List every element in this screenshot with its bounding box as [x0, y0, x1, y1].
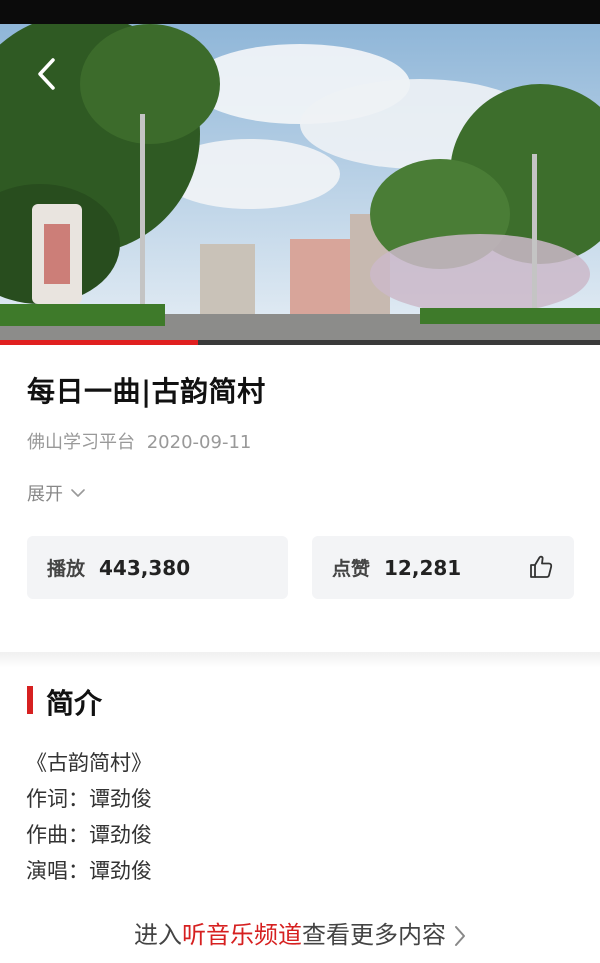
play-count-card: 播放 443,380: [27, 536, 288, 599]
like-label: 点赞: [332, 558, 371, 580]
video-progress-fill: [0, 340, 198, 345]
like-count: 12,281: [384, 555, 462, 580]
article-meta: 佛山学习平台 2020-09-11: [27, 428, 251, 454]
intro-heading: 简介: [46, 687, 103, 720]
publish-date: 2020-09-11: [146, 432, 252, 453]
chevron-right-icon: [455, 926, 465, 946]
section-accent-bar: [27, 686, 33, 714]
back-arrow-icon: [38, 58, 55, 90]
page-title: 每日一曲|古韵简村: [27, 375, 266, 408]
video-player[interactable]: [0, 24, 600, 344]
expand-toggle[interactable]: 展开: [27, 480, 85, 506]
play-label: 播放: [47, 558, 86, 580]
intro-line: 《古韵简村》: [26, 751, 152, 775]
channel-link-suffix: 查看更多内容: [302, 921, 446, 949]
channel-link-prefix: 进入: [134, 921, 182, 949]
thumbs-up-icon: [530, 555, 553, 578]
expand-label: 展开: [27, 484, 63, 505]
channel-link-name: 听音乐频道: [182, 921, 302, 949]
like-button[interactable]: 点赞 12,281: [312, 536, 574, 599]
intro-line: 作曲：谭劲俊: [26, 823, 152, 847]
intro-line: 作词：谭劲俊: [26, 787, 152, 811]
video-frame: [0, 24, 600, 344]
intro-line: 演唱：谭劲俊: [26, 859, 152, 883]
video-progress-bar[interactable]: [0, 340, 600, 345]
back-button[interactable]: [26, 54, 66, 94]
chevron-down-icon: [71, 488, 85, 497]
music-channel-link[interactable]: 进入听音乐频道查看更多内容: [0, 915, 600, 950]
source-name: 佛山学习平台: [27, 432, 135, 453]
intro-text: 《古韵简村》 作词：谭劲俊 作曲：谭劲俊 演唱：谭劲俊: [26, 745, 152, 889]
play-count: 443,380: [99, 555, 191, 580]
section-divider: [0, 652, 600, 668]
status-bar: [0, 0, 600, 24]
